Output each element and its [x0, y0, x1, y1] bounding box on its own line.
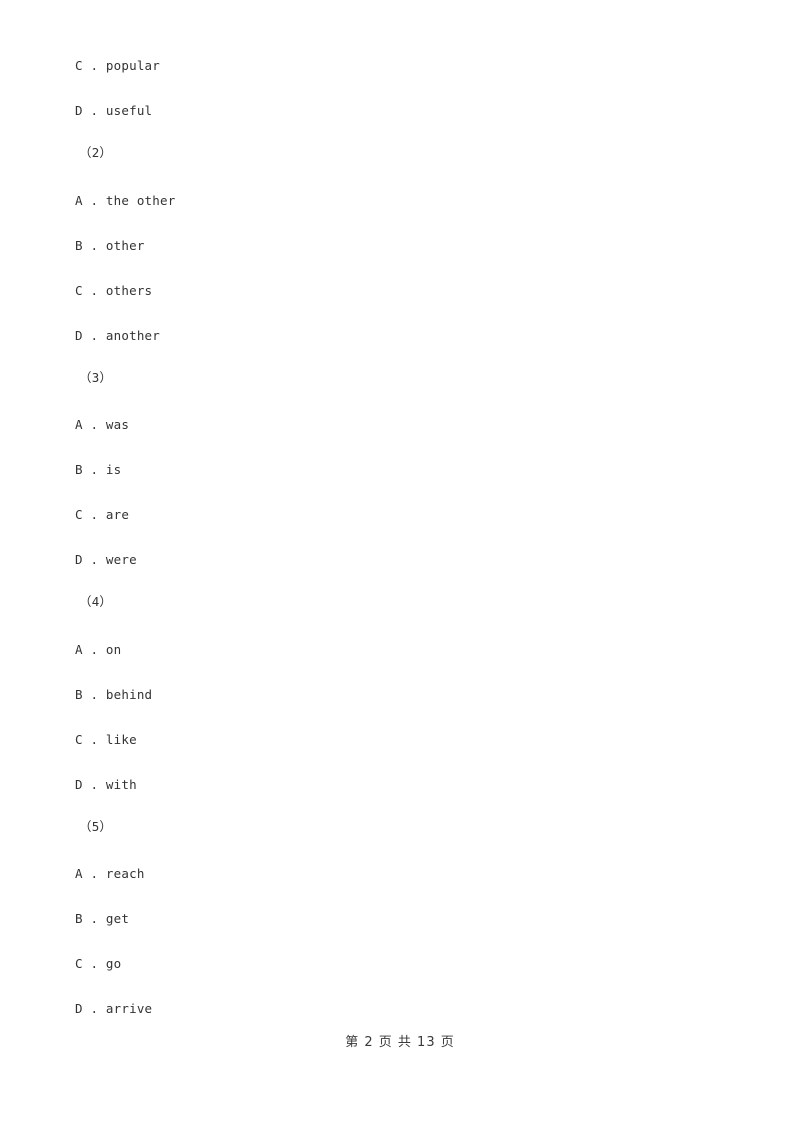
answer-option: B . behind [75, 687, 152, 703]
option-separator: . [82, 417, 106, 432]
answer-option: C . like [75, 732, 137, 748]
option-letter: A [75, 642, 83, 657]
answer-option: C . popular [75, 58, 160, 74]
option-letter: B [75, 462, 83, 477]
option-letter: C [75, 283, 83, 298]
option-letter: C [75, 732, 83, 747]
option-text: another [105, 328, 161, 343]
option-text: was [105, 417, 130, 432]
option-text: useful [105, 103, 153, 118]
option-text: were [105, 552, 137, 567]
option-separator: . [82, 507, 106, 522]
answer-option: B . get [75, 911, 129, 927]
option-letter: B [75, 911, 83, 926]
option-text: popular [105, 58, 161, 73]
option-letter: D [75, 1001, 83, 1016]
option-letter: B [75, 238, 83, 253]
option-text: others [105, 283, 153, 298]
option-separator: . [82, 103, 106, 118]
option-text: go [105, 956, 122, 971]
option-separator: . [82, 462, 106, 477]
option-separator: . [82, 58, 106, 73]
option-letter: D [75, 777, 83, 792]
answer-option: D . were [75, 552, 137, 568]
option-letter: B [75, 687, 83, 702]
answer-option: D . another [75, 328, 160, 344]
option-text: get [105, 911, 130, 926]
question-number: （2） [79, 145, 113, 160]
option-letter: C [75, 507, 83, 522]
answer-option: A . reach [75, 866, 145, 882]
answer-option: C . others [75, 283, 152, 299]
answer-option: A . on [75, 642, 121, 658]
answer-option: A . the other [75, 193, 175, 209]
option-text: other [105, 238, 145, 253]
option-letter: C [75, 58, 83, 73]
option-separator: . [82, 687, 106, 702]
question-number: （5） [79, 819, 113, 834]
option-text: reach [105, 866, 145, 881]
option-letter: D [75, 103, 83, 118]
option-separator: . [82, 552, 106, 567]
option-separator: . [82, 238, 106, 253]
option-letter: A [75, 866, 83, 881]
option-separator: . [82, 777, 106, 792]
question-number: （3） [79, 370, 113, 385]
answer-option: C . go [75, 956, 121, 972]
option-text: behind [105, 687, 153, 702]
option-text: on [105, 642, 122, 657]
answer-option: B . other [75, 238, 145, 254]
answer-option: B . is [75, 462, 121, 478]
option-separator: . [82, 956, 106, 971]
answer-option: C . are [75, 507, 129, 523]
option-separator: . [82, 328, 106, 343]
page-footer: 第 2 页 共 13 页 [345, 1035, 455, 1050]
answer-option: D . arrive [75, 1001, 152, 1017]
option-separator: . [82, 283, 106, 298]
answer-option: A . was [75, 417, 129, 433]
answer-option: D . useful [75, 103, 152, 119]
option-letter: C [75, 956, 83, 971]
option-separator: . [82, 193, 106, 208]
option-separator: . [82, 911, 106, 926]
option-text: is [105, 462, 122, 477]
option-separator: . [82, 732, 106, 747]
option-letter: D [75, 328, 83, 343]
option-separator: . [82, 642, 106, 657]
option-letter: D [75, 552, 83, 567]
option-letter: A [75, 193, 83, 208]
question-number: （4） [79, 594, 113, 609]
option-letter: A [75, 417, 83, 432]
option-separator: . [82, 1001, 106, 1016]
answer-option: D . with [75, 777, 137, 793]
option-text: like [105, 732, 137, 747]
option-text: arrive [105, 1001, 153, 1016]
document-page: C . popular D . useful （2） A . the other B .… [0, 0, 800, 1132]
option-text: the other [105, 193, 176, 208]
option-text: with [105, 777, 137, 792]
option-text: are [105, 507, 130, 522]
option-separator: . [82, 866, 106, 881]
